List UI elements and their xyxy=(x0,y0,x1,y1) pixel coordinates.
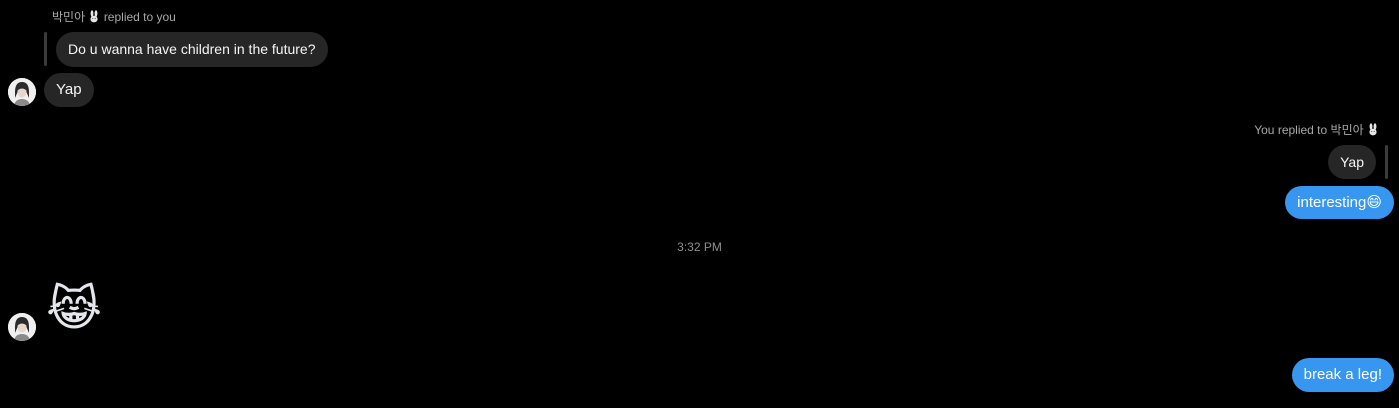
rabbit-icon xyxy=(1369,123,1377,136)
quote-bar xyxy=(44,32,47,66)
avatar[interactable] xyxy=(8,78,36,106)
reply-context-suffix: replied to you xyxy=(103,10,176,24)
quoted-message[interactable]: Yap xyxy=(1328,145,1376,179)
reply-context-label: You replied to 박민아 xyxy=(1254,122,1379,138)
emoji-message[interactable]: 😹 xyxy=(46,282,102,338)
chat-thread: 박민아 replied to you Do u wanna have child… xyxy=(0,0,1399,408)
rabbit-icon xyxy=(90,10,99,23)
avatar-image xyxy=(8,78,36,106)
timestamp: 3:32 PM xyxy=(677,240,722,254)
avatar-image xyxy=(8,313,36,341)
quote-bar xyxy=(1385,145,1388,179)
quoted-message[interactable]: Do u wanna have children in the future? xyxy=(56,32,328,67)
recipient-name: 박민아 xyxy=(1330,123,1364,137)
reply-context-prefix: You replied to xyxy=(1254,123,1328,137)
sender-name: 박민아 xyxy=(52,10,86,24)
avatar[interactable] xyxy=(8,313,36,341)
incoming-message[interactable]: Yap xyxy=(44,73,94,107)
outgoing-message[interactable]: break a leg! xyxy=(1291,358,1394,392)
outgoing-message[interactable]: interesting😄 xyxy=(1285,186,1394,219)
reply-context-label: 박민아 replied to you xyxy=(52,9,176,25)
